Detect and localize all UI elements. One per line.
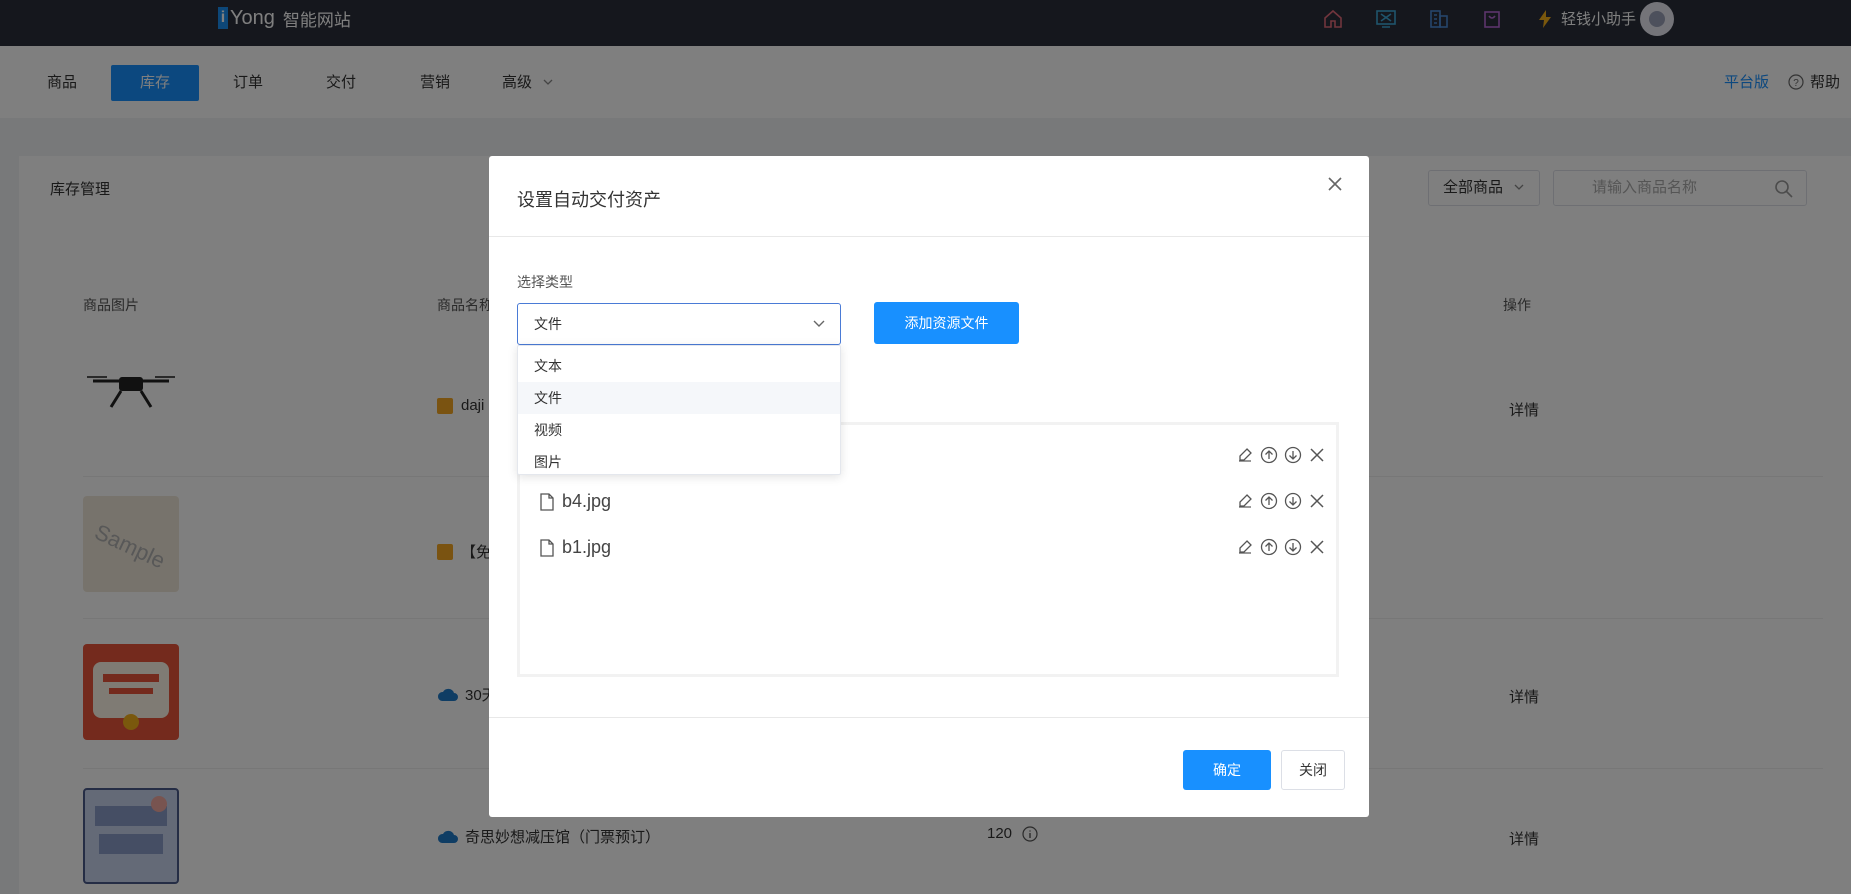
move-down-icon[interactable] [1284,538,1302,556]
move-up-icon[interactable] [1260,538,1278,556]
type-option-file[interactable]: 文件 [518,382,840,414]
delete-icon[interactable] [1308,538,1326,556]
file-icon [540,539,554,557]
edit-icon[interactable] [1236,492,1254,510]
type-option-text[interactable]: 文本 [518,350,840,382]
type-option-video[interactable]: 视频 [518,414,840,446]
type-select[interactable]: 文件 [517,303,841,345]
modal-header-divider [489,236,1369,237]
delete-icon[interactable] [1308,492,1326,510]
add-resource-button[interactable]: 添加资源文件 [874,302,1019,344]
move-up-icon[interactable] [1260,492,1278,510]
modal-title: 设置自动交付资产 [517,190,661,210]
modal-footer-divider [489,717,1369,718]
chevron-down-icon [813,320,825,327]
edit-icon[interactable] [1236,538,1254,556]
auto-delivery-modal: 设置自动交付资产 选择类型 文件 添加资源文件 b4.jpg b1.jpg 文本… [489,156,1369,817]
delete-icon[interactable] [1308,446,1326,464]
move-down-icon[interactable] [1284,492,1302,510]
file-actions [1236,446,1326,464]
type-label: 选择类型 [517,274,573,290]
move-up-icon[interactable] [1260,446,1278,464]
file-row: b1.jpg [536,537,1326,559]
file-actions [1236,538,1326,556]
type-select-value: 文件 [534,316,562,332]
file-name: b4.jpg [562,491,612,511]
move-down-icon[interactable] [1284,446,1302,464]
file-actions [1236,492,1326,510]
file-icon [540,493,554,511]
confirm-button[interactable]: 确定 [1183,750,1271,790]
file-row: b4.jpg [536,491,1326,513]
close-button[interactable]: 关闭 [1281,750,1345,790]
close-icon[interactable] [1325,174,1345,194]
edit-icon[interactable] [1236,446,1254,464]
file-name: b1.jpg [562,537,612,557]
type-dropdown-menu: 文本 文件 视频 图片 [517,345,841,475]
type-option-image[interactable]: 图片 [518,446,840,478]
